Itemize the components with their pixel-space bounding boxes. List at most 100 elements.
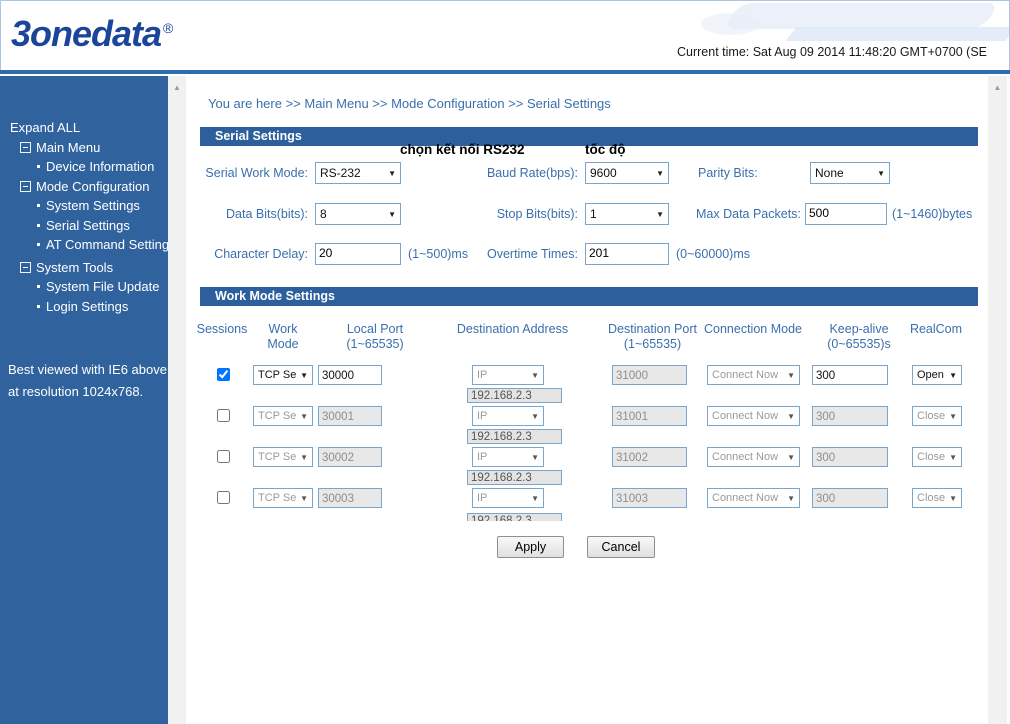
chevron-down-icon: ▼	[531, 411, 539, 421]
sidebar-item-main-menu[interactable]: Main Menu	[0, 138, 168, 158]
overtime-times-hint: (0~60000)ms	[676, 247, 750, 261]
work-mode-select[interactable]: TCP Serve ▼	[253, 488, 313, 508]
main-content: You are here >> Main Menu >> Mode Config…	[186, 76, 988, 724]
local-port-input[interactable]	[318, 488, 382, 508]
content-scrollbar[interactable]: ▲	[988, 76, 1007, 724]
annotation-rs232: chọn kết nối RS232	[400, 142, 525, 157]
baud-rate-label: Baud Rate(bps):	[486, 166, 578, 180]
section-title: Serial Settings	[215, 129, 302, 143]
dest-type-select[interactable]: IP ▼	[472, 447, 544, 467]
session-checkbox[interactable]	[217, 450, 230, 463]
parity-bits-select[interactable]: None ▼	[810, 162, 890, 184]
chevron-down-icon: ▼	[787, 493, 795, 503]
col-connection-mode: Connection Mode	[704, 322, 802, 336]
max-data-packets-input[interactable]	[805, 203, 887, 225]
chevron-down-icon: ▼	[949, 370, 957, 380]
bullet-icon	[37, 243, 40, 246]
dest-type-select[interactable]: IP ▼	[472, 365, 544, 385]
dest-address-input-clipped[interactable]	[467, 511, 562, 521]
local-port-input[interactable]	[318, 365, 382, 385]
chevron-down-icon: ▼	[300, 411, 308, 421]
sidebar-item-at-command-settings[interactable]: AT Command Settings	[0, 235, 176, 255]
sidebar-item-device-information[interactable]: Device Information	[0, 157, 168, 177]
chevron-down-icon: ▼	[787, 411, 795, 421]
overtime-times-input[interactable]	[585, 243, 669, 265]
realcom-select[interactable]: Open ▼	[912, 365, 962, 385]
sidebar-item-label: Mode Configuration	[36, 178, 150, 194]
dest-port-input[interactable]	[612, 406, 687, 426]
best-viewed-line1: Best viewed with IE6 above	[8, 362, 167, 377]
overtime-times-field[interactable]	[589, 246, 665, 260]
chevron-down-icon: ▼	[787, 452, 795, 462]
keep-alive-input[interactable]	[812, 406, 888, 426]
character-delay-input[interactable]	[315, 243, 401, 265]
logo-text: 3onedata	[11, 13, 162, 54]
bullet-icon	[37, 285, 40, 288]
max-data-packets-field[interactable]	[809, 206, 883, 220]
connection-mode-select[interactable]: Connect Now ▼	[707, 488, 800, 508]
chevron-down-icon: ▼	[531, 452, 539, 462]
work-mode-select[interactable]: TCP Serve ▼	[253, 406, 313, 426]
realcom-select[interactable]: Close ▼	[912, 406, 962, 426]
dest-address-input[interactable]	[467, 429, 562, 444]
work-mode-select[interactable]: TCP Serve ▼	[253, 447, 313, 467]
section-title: Work Mode Settings	[215, 289, 335, 303]
col-local-port: Local Port (1~65535)	[346, 322, 404, 351]
best-viewed-line2: at resolution 1024x768.	[8, 384, 144, 399]
select-value: 8	[320, 207, 327, 221]
sidebar-item-label: Main Menu	[36, 139, 101, 155]
connection-mode-select[interactable]: Connect Now ▼	[707, 406, 800, 426]
dest-port-input[interactable]	[612, 447, 687, 467]
stop-bits-label: Stop Bits(bits):	[496, 207, 578, 221]
sidebar-item-mode-configuration[interactable]: Mode Configuration	[0, 177, 168, 197]
collapse-icon[interactable]	[20, 141, 31, 153]
local-port-input[interactable]	[318, 406, 382, 426]
session-checkbox[interactable]	[217, 491, 230, 504]
keep-alive-input[interactable]	[812, 365, 888, 385]
sidebar-item-system-file-update[interactable]: System File Update	[0, 277, 168, 297]
chevron-down-icon: ▼	[656, 168, 664, 178]
select-value: Close	[917, 410, 946, 422]
select-value: IP	[477, 451, 488, 463]
work-mode-select[interactable]: TCP Serve ▼	[253, 365, 313, 385]
realcom-select[interactable]: Close ▼	[912, 447, 962, 467]
sidebar-item-system-settings[interactable]: System Settings	[0, 196, 168, 216]
keep-alive-input[interactable]	[812, 488, 888, 508]
sidebar-item-system-tools[interactable]: System Tools	[0, 258, 168, 278]
dest-address-input[interactable]	[467, 513, 562, 521]
connection-mode-select[interactable]: Connect Now ▼	[707, 365, 800, 385]
dest-port-input[interactable]	[612, 365, 687, 385]
annotation-speed: tốc độ	[585, 142, 626, 157]
apply-button[interactable]: Apply	[497, 536, 564, 558]
dest-port-input[interactable]	[612, 488, 687, 508]
scroll-up-icon[interactable]: ▲	[988, 76, 1007, 92]
dest-address-input[interactable]	[467, 388, 562, 403]
character-delay-field[interactable]	[319, 246, 397, 260]
session-checkbox[interactable]	[217, 409, 230, 422]
collapse-icon[interactable]	[20, 261, 31, 273]
scroll-up-icon[interactable]: ▲	[168, 76, 186, 92]
sidebar-item-serial-settings[interactable]: Serial Settings	[0, 216, 168, 236]
baud-rate-select[interactable]: 9600 ▼	[585, 162, 669, 184]
collapse-icon[interactable]	[20, 180, 31, 192]
sidebar-item-login-settings[interactable]: Login Settings	[0, 297, 168, 317]
sidebar-scrollbar[interactable]: ▲	[168, 76, 186, 724]
select-value: 9600	[590, 166, 617, 180]
sidebar-expand-all[interactable]: Expand ALL	[0, 118, 168, 138]
local-port-input[interactable]	[318, 447, 382, 467]
data-bits-select[interactable]: 8 ▼	[315, 203, 401, 225]
keep-alive-input[interactable]	[812, 447, 888, 467]
sidebar-item-label: System File Update	[46, 279, 160, 294]
select-value: IP	[477, 410, 488, 422]
cancel-button[interactable]: Cancel	[587, 536, 655, 558]
stop-bits-select[interactable]: 1 ▼	[585, 203, 669, 225]
dest-type-select[interactable]: IP ▼	[472, 488, 544, 508]
session-checkbox[interactable]	[217, 368, 230, 381]
serial-work-mode-select[interactable]: RS-232 ▼	[315, 162, 401, 184]
connection-mode-select[interactable]: Connect Now ▼	[707, 447, 800, 467]
chevron-down-icon: ▼	[531, 370, 539, 380]
dest-type-select[interactable]: IP ▼	[472, 406, 544, 426]
max-data-packets-hint: (1~1460)bytes	[892, 207, 973, 221]
realcom-select[interactable]: Close ▼	[912, 488, 962, 508]
dest-address-input[interactable]	[467, 470, 562, 485]
